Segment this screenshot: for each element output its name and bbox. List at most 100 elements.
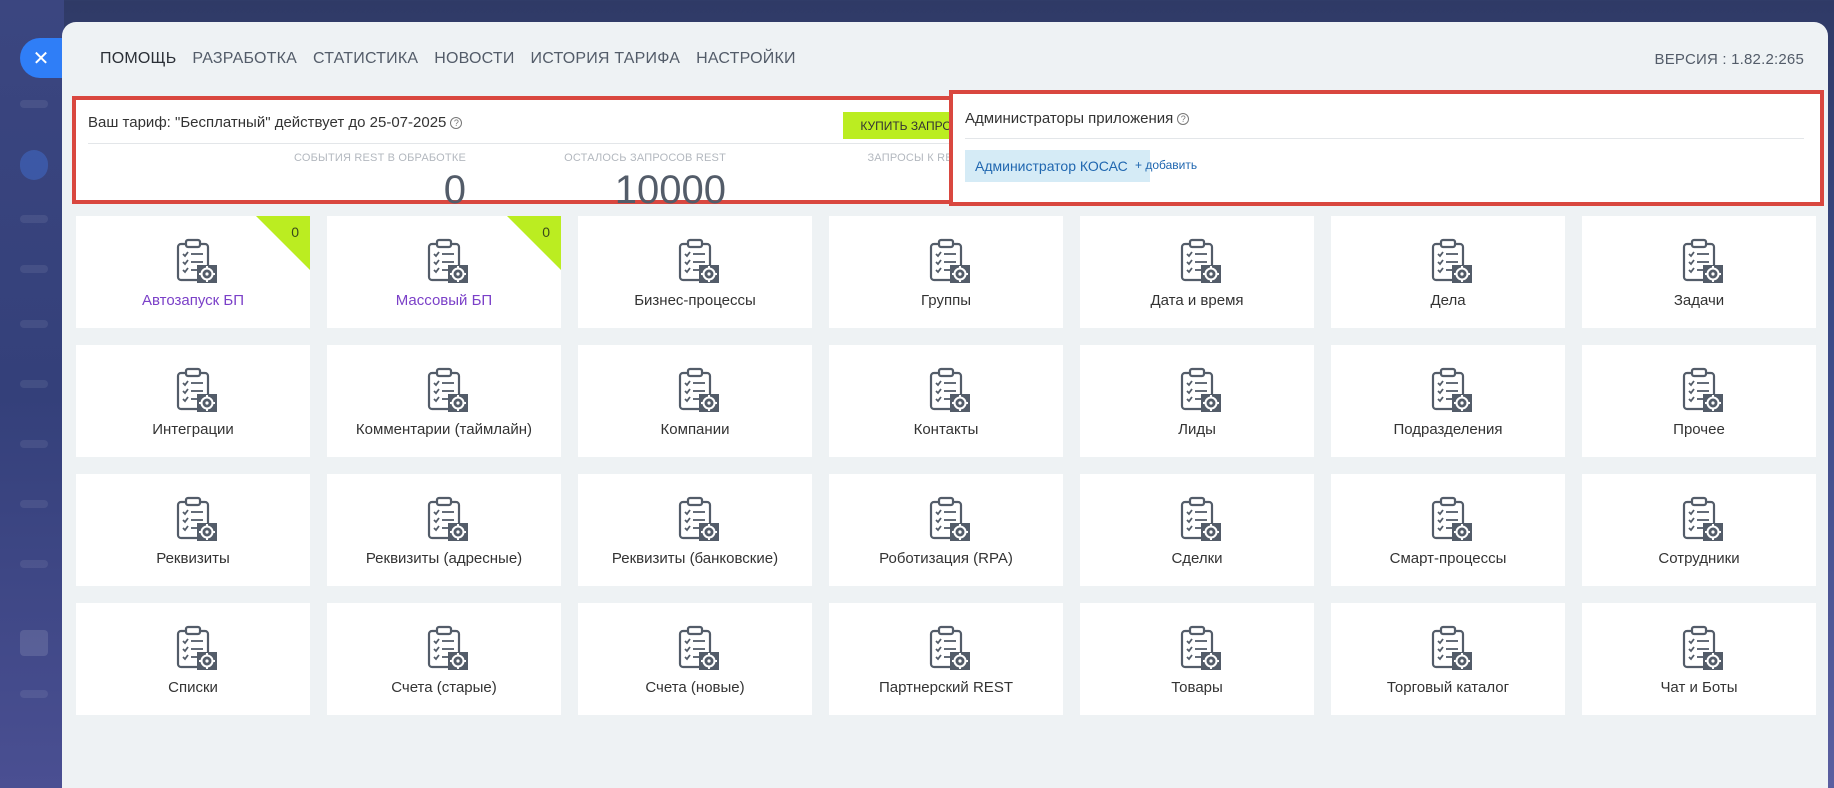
- stat-value: 0: [716, 168, 988, 213]
- stat-value: 0: [443, 168, 466, 212]
- tile[interactable]: Сделки: [1080, 474, 1314, 586]
- tile[interactable]: Товары: [1080, 603, 1314, 715]
- clipboard-gear-icon: [677, 625, 721, 671]
- tile-label: Компании: [660, 421, 730, 438]
- tile-badge-corner: [256, 216, 310, 270]
- stat-rest-events: СОБЫТИЯ REST В ОБРАБОТКЕ 0: [196, 152, 466, 213]
- stat-value: 10000: [614, 168, 726, 212]
- tile-label: Задачи: [1673, 292, 1725, 309]
- clipboard-gear-icon: [1430, 625, 1474, 671]
- clipboard-gear-icon: [1681, 496, 1725, 542]
- tile[interactable]: Автозапуск БП 0: [76, 216, 310, 328]
- app-panel: ПОМОЩЬ РАЗРАБОТКА СТАТИСТИКА НОВОСТИ ИСТ…: [62, 22, 1828, 788]
- nav-tab-tariff-history[interactable]: ИСТОРИЯ ТАРИФА: [531, 50, 681, 68]
- tile[interactable]: Реквизиты: [76, 474, 310, 586]
- background-ghost-item: [20, 265, 48, 273]
- tile[interactable]: Прочее: [1582, 345, 1816, 457]
- tile[interactable]: Торговый каталог: [1331, 603, 1565, 715]
- clipboard-gear-icon: [426, 496, 470, 542]
- tile[interactable]: Смарт-процессы: [1331, 474, 1565, 586]
- tariff-title-text: Ваш тариф: "Бесплатный" действует до 25-…: [88, 114, 447, 131]
- tile[interactable]: Счета (старые): [327, 603, 561, 715]
- tile[interactable]: Сотрудники: [1582, 474, 1816, 586]
- clipboard-gear-icon: [928, 625, 972, 671]
- tile[interactable]: Партнерский REST: [829, 603, 1063, 715]
- background-ghost-item: [20, 380, 48, 388]
- clipboard-gear-icon: [1430, 496, 1474, 542]
- clipboard-gear-icon: [1179, 625, 1223, 671]
- stat-label: ЗАПРОСЫ К REST API: [867, 152, 988, 164]
- add-admin-link[interactable]: + добавить: [1135, 158, 1197, 172]
- tile-label: Счета (новые): [645, 679, 745, 696]
- version-label: ВЕРСИЯ : 1.82.2:265: [1654, 50, 1804, 68]
- tile[interactable]: Списки: [76, 603, 310, 715]
- admins-divider: [965, 138, 1804, 139]
- help-icon[interactable]: ?: [450, 117, 463, 129]
- tile[interactable]: Группы: [829, 216, 1063, 328]
- clipboard-gear-icon: [175, 625, 219, 671]
- tile-badge-corner: [507, 216, 561, 270]
- clipboard-gear-icon: [677, 496, 721, 542]
- tile[interactable]: Контакты: [829, 345, 1063, 457]
- tile[interactable]: Массовый БП 0: [327, 216, 561, 328]
- tile-label: Товары: [1171, 679, 1223, 696]
- help-icon[interactable]: ?: [1177, 113, 1190, 125]
- tile[interactable]: Дата и время: [1080, 216, 1314, 328]
- tile-label: Автозапуск БП: [141, 292, 245, 309]
- tile[interactable]: Счета (новые): [578, 603, 812, 715]
- clipboard-gear-icon: [677, 367, 721, 413]
- clipboard-gear-icon: [426, 367, 470, 413]
- tile[interactable]: Интеграции: [76, 345, 310, 457]
- tile-label: Контакты: [913, 421, 979, 438]
- tile[interactable]: Задачи: [1582, 216, 1816, 328]
- tile-label: Торговый каталог: [1386, 679, 1510, 696]
- clipboard-gear-icon: [677, 238, 721, 284]
- tile[interactable]: Роботизация (RPA): [829, 474, 1063, 586]
- clipboard-gear-icon: [928, 367, 972, 413]
- tile-label: Реквизиты (адресные): [365, 550, 523, 567]
- tile[interactable]: Бизнес-процессы: [578, 216, 812, 328]
- stat-label: ОСТАЛОСЬ ЗАПРОСОВ REST: [564, 152, 726, 164]
- stat-label: СОБЫТИЯ REST В ОБРАБОТКЕ: [293, 152, 466, 164]
- background-ghost-item: [20, 440, 48, 448]
- clipboard-gear-icon: [928, 238, 972, 284]
- tile-badge-count: 0: [291, 224, 299, 240]
- tile-label: Списки: [168, 679, 218, 696]
- nav-tab-development[interactable]: РАЗРАБОТКА: [192, 50, 297, 68]
- tile[interactable]: Комментарии (таймлайн): [327, 345, 561, 457]
- tile[interactable]: Подразделения: [1331, 345, 1565, 457]
- tile-label: Дата и время: [1150, 292, 1244, 309]
- clipboard-gear-icon: [1430, 238, 1474, 284]
- nav-tab-help[interactable]: ПОМОЩЬ: [100, 50, 176, 68]
- top-navigation: ПОМОЩЬ РАЗРАБОТКА СТАТИСТИКА НОВОСТИ ИСТ…: [100, 46, 1804, 72]
- tile[interactable]: Лиды: [1080, 345, 1314, 457]
- tile-label: Бизнес-процессы: [634, 292, 756, 309]
- tariff-title: Ваш тариф: "Бесплатный" действует до 25-…: [88, 114, 463, 131]
- nav-tab-statistics[interactable]: СТАТИСТИКА: [313, 50, 418, 68]
- clipboard-gear-icon: [175, 238, 219, 284]
- tile[interactable]: Реквизиты (банковские): [578, 474, 812, 586]
- clipboard-gear-icon: [175, 367, 219, 413]
- tile[interactable]: Реквизиты (адресные): [327, 474, 561, 586]
- tile-label: Группы: [921, 292, 971, 309]
- clipboard-gear-icon: [1430, 367, 1474, 413]
- close-button[interactable]: ✕: [20, 38, 62, 78]
- tile[interactable]: Чат и Боты: [1582, 603, 1816, 715]
- admins-title-text: Администраторы приложения: [965, 110, 1174, 127]
- admins-card: Администраторы приложения? Администратор…: [953, 94, 1820, 202]
- tile-label: Счета (старые): [391, 679, 497, 696]
- clipboard-gear-icon: [1179, 496, 1223, 542]
- tile-label: Реквизиты (банковские): [611, 550, 779, 567]
- nav-tab-news[interactable]: НОВОСТИ: [434, 50, 514, 68]
- clipboard-gear-icon: [426, 238, 470, 284]
- tile[interactable]: Дела: [1331, 216, 1565, 328]
- clipboard-gear-icon: [1179, 367, 1223, 413]
- tile[interactable]: Компании: [578, 345, 812, 457]
- tile-label: Партнерский REST: [879, 679, 1013, 696]
- nav-tab-settings[interactable]: НАСТРОЙКИ: [696, 50, 796, 68]
- tile-label: Лиды: [1178, 421, 1216, 438]
- admin-chip[interactable]: Администратор КОСАС: [965, 150, 1150, 182]
- background-ghost-item: [20, 690, 48, 698]
- tile-label: Дела: [1430, 292, 1466, 309]
- tile-label: Сделки: [1171, 550, 1223, 567]
